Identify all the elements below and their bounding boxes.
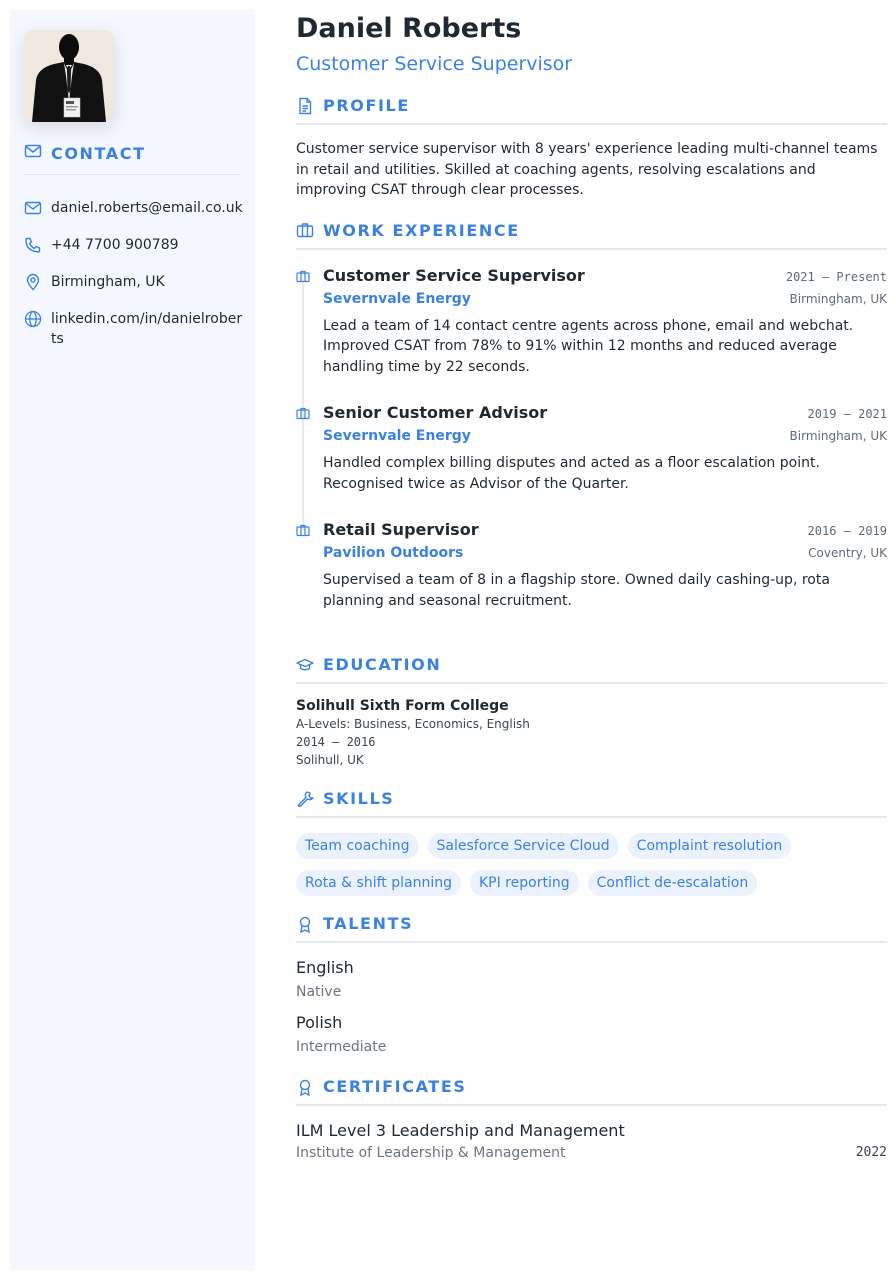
contact-phone[interactable]: +44 7700 900789 (24, 235, 244, 260)
certificate-year: 2022 (855, 1145, 887, 1160)
job-location: Coventry, UK (808, 546, 887, 560)
certificate-issuer: Institute of Leadership & Management (296, 1145, 566, 1161)
contact-linkedin[interactable]: linkedin.com/in/danielroberts (24, 309, 244, 349)
linkedin-text: linkedin.com/in/danielroberts (51, 311, 243, 347)
certificate-name: ILM Level 3 Leadership and Management (296, 1121, 625, 1140)
wrench-icon (296, 790, 314, 808)
talents-section: TALENTS English Native Polish Intermedia… (296, 914, 887, 1057)
globe-icon (24, 309, 42, 349)
contact-heading-label: CONTACT (51, 143, 146, 163)
job-company: Severnvale Energy (323, 428, 471, 444)
graduation-cap-icon (296, 656, 314, 674)
certificates-heading-label: CERTIFICATES (323, 1077, 467, 1096)
skill-chip: Salesforce Service Cloud (427, 833, 619, 859)
profile-section: PROFILE Customer service supervisor with… (296, 96, 887, 201)
certificate-item: ILM Level 3 Leadership and Management In… (296, 1121, 887, 1163)
job-title: Customer Service Supervisor (323, 265, 585, 285)
talent-item: Polish Intermediate (296, 1013, 887, 1057)
skills-section: SKILLS Team coaching Salesforce Service … (296, 789, 887, 896)
mail-icon (24, 142, 42, 164)
email-text: daniel.roberts@email.co.uk (51, 200, 243, 216)
avatar (24, 30, 114, 122)
contact-heading: CONTACT (24, 142, 240, 175)
experience-section: WORK EXPERIENCE Customer Service Supervi… (296, 221, 887, 612)
location-pin-icon (24, 272, 42, 297)
profile-heading-label: PROFILE (323, 96, 410, 115)
skill-chip: Conflict de-escalation (587, 870, 758, 896)
talent-name: English (296, 958, 354, 977)
skill-chip: Complaint resolution (627, 833, 792, 859)
skill-chip: KPI reporting (469, 870, 579, 896)
talent-item: English Native (296, 958, 887, 1002)
briefcase-icon (296, 221, 314, 239)
education-heading: EDUCATION (296, 655, 887, 684)
contact-list: daniel.roberts@email.co.uk +44 7700 9007… (24, 198, 244, 361)
profile-heading: PROFILE (296, 96, 887, 125)
phone-icon (24, 235, 42, 260)
job-company: Pavilion Outdoors (323, 545, 464, 561)
education-location: Solihull, UK (296, 753, 364, 767)
talents-heading: TALENTS (296, 914, 887, 943)
briefcase-icon (296, 405, 310, 420)
job-list: Customer Service Supervisor 2021 – Prese… (296, 266, 887, 612)
person-title: Customer Service Supervisor (296, 53, 573, 75)
mail-icon (24, 198, 42, 223)
skills-heading-label: SKILLS (323, 789, 395, 808)
person-name: Daniel Roberts (296, 13, 522, 44)
experience-heading: WORK EXPERIENCE (296, 221, 887, 250)
education-school: Solihull Sixth Form College (296, 698, 509, 714)
job-description: Handled complex billing disputes and act… (323, 455, 820, 492)
experience-heading-label: WORK EXPERIENCE (323, 220, 520, 240)
contact-email[interactable]: daniel.roberts@email.co.uk (24, 198, 244, 223)
talents-heading-label: TALENTS (323, 914, 414, 933)
education-section: EDUCATION Solihull Sixth Form College A-… (296, 655, 887, 771)
skills-heading: SKILLS (296, 789, 887, 818)
education-heading-label: EDUCATION (323, 655, 442, 674)
skill-chip: Team coaching (296, 833, 419, 859)
location-text: Birmingham, UK (51, 274, 165, 290)
job-description: Supervised a team of 8 in a flagship sto… (323, 572, 830, 609)
award-ribbon-icon (296, 1078, 314, 1096)
main-content: Daniel Roberts Customer Service Supervis… (296, 10, 887, 1163)
certificates-section: CERTIFICATES ILM Level 3 Leadership and … (296, 1077, 887, 1163)
skill-chip: Rota & shift planning (296, 870, 461, 896)
job-entry: Retail Supervisor 2016 – 2019 Pavilion O… (296, 520, 887, 611)
skills-list: Team coaching Salesforce Service Cloud C… (296, 833, 887, 896)
job-description: Lead a team of 14 contact centre agents … (323, 317, 854, 375)
job-entry: Senior Customer Advisor 2019 – 2021 Seve… (296, 403, 887, 494)
job-entry: Customer Service Supervisor 2021 – Prese… (296, 266, 887, 378)
job-dates: 2016 – 2019 (807, 524, 887, 538)
job-dates: 2019 – 2021 (807, 407, 887, 421)
job-title: Senior Customer Advisor (323, 403, 548, 422)
talent-level: Native (296, 984, 342, 1000)
briefcase-icon (296, 522, 310, 537)
certificates-heading: CERTIFICATES (296, 1077, 887, 1106)
phone-text: +44 7700 900789 (51, 237, 179, 253)
job-dates: 2021 – Present (785, 269, 887, 284)
job-company: Severnvale Energy (323, 290, 471, 307)
contact-location: Birmingham, UK (24, 272, 244, 297)
job-location: Birmingham, UK (789, 291, 887, 306)
education-qualification: A-Levels: Business, Economics, English (296, 717, 530, 731)
education-dates: 2014 – 2016 (296, 735, 376, 749)
talent-name: Polish (296, 1013, 343, 1032)
briefcase-icon (296, 268, 310, 282)
award-ribbon-icon (296, 915, 314, 933)
job-location: Birmingham, UK (789, 429, 887, 443)
talent-level: Intermediate (296, 1039, 387, 1055)
education-entry: Solihull Sixth Form College A-Levels: Bu… (296, 698, 887, 771)
sidebar: CONTACT daniel.roberts@email.co.uk +44 7… (10, 10, 255, 1270)
job-title: Retail Supervisor (323, 520, 479, 539)
document-icon (296, 97, 314, 115)
profile-text: Customer service supervisor with 8 years… (296, 141, 878, 198)
